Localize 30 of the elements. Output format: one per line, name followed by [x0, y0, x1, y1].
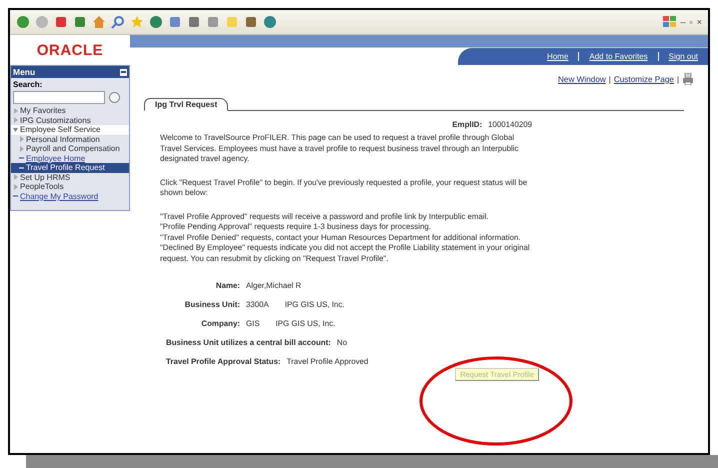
search-field[interactable]: [13, 91, 105, 104]
window-control[interactable]: ×: [696, 17, 702, 27]
search-icon[interactable]: [111, 15, 125, 29]
window-control[interactable]: –: [680, 17, 686, 27]
page-link[interactable]: Customize Page: [614, 74, 674, 84]
header-link[interactable]: Add to Favorites: [578, 52, 658, 61]
search-label: Search:: [12, 79, 44, 91]
menu-item[interactable]: Travel Profile Request: [11, 163, 129, 172]
window-control[interactable]: ▫: [690, 17, 693, 27]
menu-item[interactable]: Employee Home: [11, 154, 129, 163]
windows-logo-icon: [662, 16, 677, 28]
header-link[interactable]: Sign out: [658, 52, 708, 61]
collapse-icon[interactable]: [120, 68, 127, 76]
menu-item[interactable]: Personal Information: [11, 134, 129, 144]
home-icon[interactable]: [92, 15, 106, 29]
menu-item[interactable]: Set Up HRMS: [11, 172, 129, 182]
search-go-button[interactable]: [109, 92, 120, 103]
printer-icon[interactable]: [682, 73, 694, 85]
menu-item[interactable]: Payroll and Compensation: [11, 144, 129, 154]
oracle-logo: ORACLE: [36, 40, 104, 60]
dash-icon: [13, 193, 18, 200]
menu-title: Menu: [13, 67, 36, 77]
menu-item[interactable]: My Favorites: [11, 106, 129, 116]
header-link[interactable]: Home: [537, 52, 578, 61]
menu-item[interactable]: Change My Password: [11, 192, 129, 201]
menu-item[interactable]: IPG Customizations: [11, 116, 129, 125]
menu-item[interactable]: PeopleTools: [11, 182, 129, 192]
page-tab[interactable]: Ipg Trvl Request: [144, 98, 228, 111]
page-link[interactable]: New Window: [558, 74, 606, 84]
menu-item[interactable]: Employee Self Service: [11, 125, 129, 134]
